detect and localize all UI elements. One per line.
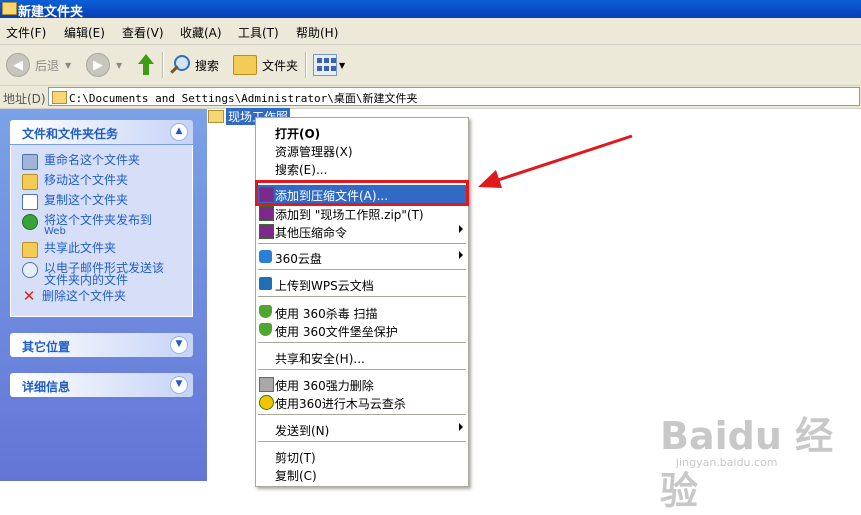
annotation-highlight-box (255, 180, 469, 206)
up-button[interactable] (134, 51, 154, 79)
views-dropdown-icon: ▼ (339, 60, 346, 70)
address-label: 地址(D) (3, 92, 46, 106)
task-publish-web[interactable]: 将这个文件夹发布到 Web (22, 214, 152, 238)
task-rename[interactable]: 重命名这个文件夹 (22, 154, 140, 170)
menu-help[interactable]: 帮助(H) (296, 24, 338, 41)
share-folder-icon (22, 242, 38, 258)
address-path: C:\Documents and Settings\Administrator\… (69, 92, 418, 105)
wps-icon (259, 277, 272, 290)
delete-x-icon: ✕ (22, 287, 36, 305)
toolbar: ◀ 后退 ▼ ▶ ▼ 搜索 文件夹 ▼ (0, 45, 861, 86)
menu-favorites[interactable]: 收藏(A) (180, 24, 222, 41)
task-share[interactable]: 共享此文件夹 (22, 242, 116, 258)
menu-separator (258, 369, 466, 370)
forward-arrow-icon: ▶ (86, 53, 110, 77)
menu-separator (258, 342, 466, 343)
views-button[interactable]: ▼ (313, 51, 345, 79)
folders-button[interactable]: 文件夹 (233, 51, 298, 79)
search-button[interactable]: 搜索 (168, 51, 219, 79)
folder-icon (52, 91, 67, 104)
folder-up-icon (134, 54, 154, 76)
title-bar: 新建文件夹 (0, 0, 861, 20)
menu-item-360-force-delete[interactable]: 使用 360强力删除 (256, 375, 468, 393)
context-menu: 打开(O) 资源管理器(X) 搜索(E)... 添加到压缩文件(A)... 添加… (255, 117, 469, 487)
menu-separator (258, 243, 466, 244)
menu-bar: 文件(F) 编辑(E) 查看(V) 收藏(A) 工具(T) 帮助(H) (0, 18, 861, 45)
details-title: 详细信息 (22, 380, 71, 394)
back-button[interactable]: ◀ 后退 ▼ (6, 51, 71, 79)
menu-item-360-cloud[interactable]: 360云盘 (256, 248, 468, 266)
menu-item-sharing-security[interactable]: 共享和安全(H)... (256, 348, 468, 366)
folder-icon (2, 2, 17, 15)
copy-icon (22, 194, 38, 210)
annotation-arrow-icon (478, 134, 633, 188)
menu-item-360-scan[interactable]: 使用 360杀毒 扫描 (256, 303, 468, 321)
forward-button[interactable]: ▶ ▼ (86, 51, 122, 79)
search-icon (168, 54, 190, 76)
menu-separator (258, 414, 466, 415)
360-logo-icon (259, 395, 274, 410)
shredder-icon (259, 377, 274, 392)
folders-icon (233, 55, 257, 75)
menu-separator (258, 296, 466, 297)
menu-item-open[interactable]: 打开(O) (256, 123, 468, 141)
menu-edit[interactable]: 编辑(E) (64, 24, 105, 41)
shield-icon (259, 323, 272, 336)
back-label: 后退 (35, 58, 60, 73)
details-header[interactable]: 详细信息 ▼ (10, 373, 193, 397)
back-dropdown-icon: ▼ (65, 60, 72, 70)
address-bar: 地址(D) C:\Documents and Settings\Administ… (0, 86, 861, 109)
menu-item-wps-upload[interactable]: 上传到WPS云文档 (256, 275, 468, 293)
menu-view[interactable]: 查看(V) (122, 24, 164, 41)
winrar-icon (259, 206, 274, 221)
task-email[interactable]: 以电子邮件形式发送该 文件夹内的文件 (22, 262, 164, 286)
expand-icon[interactable]: ▼ (170, 376, 188, 394)
menu-item-cut[interactable]: 剪切(T) (256, 447, 468, 465)
menu-item-other-compress[interactable]: 其他压缩命令 (256, 222, 468, 240)
collapse-icon[interactable]: ▲ (170, 123, 188, 141)
task-delete[interactable]: ✕ 删除这个文件夹 (22, 287, 126, 305)
watermark-url: jingyan.baidu.com (676, 456, 778, 469)
folder-icon (208, 109, 224, 123)
winrar-icon (259, 224, 274, 239)
email-icon (22, 262, 38, 278)
menu-tools[interactable]: 工具(T) (238, 24, 279, 41)
search-label: 搜索 (195, 58, 220, 73)
menu-separator (258, 269, 466, 270)
submenu-arrow-icon (459, 225, 463, 233)
tasks-panel-header[interactable]: 文件和文件夹任务 ▲ (10, 120, 193, 144)
menu-item-add-to-zip[interactable]: 添加到 "现场工作照.zip"(T) (256, 204, 468, 222)
submenu-arrow-icon (459, 251, 463, 259)
menu-item-search[interactable]: 搜索(E)... (256, 159, 468, 177)
tasks-panel-body: 重命名这个文件夹 移动这个文件夹 复制这个文件夹 将这个文件夹发布到 Web 共… (10, 145, 193, 317)
menu-item-send-to[interactable]: 发送到(N) (256, 420, 468, 438)
other-places-header[interactable]: 其它位置 ▼ (10, 333, 193, 357)
cloud-icon (259, 250, 272, 263)
tasks-panel-title: 文件和文件夹任务 (22, 127, 119, 141)
menu-item-360-protect[interactable]: 使用 360文件堡垒保护 (256, 321, 468, 339)
other-places-title: 其它位置 (22, 340, 71, 354)
folders-label: 文件夹 (262, 58, 299, 73)
menu-separator (258, 441, 466, 442)
forward-dropdown-icon: ▼ (116, 60, 123, 70)
address-field[interactable]: C:\Documents and Settings\Administrator\… (48, 87, 860, 106)
submenu-arrow-icon (459, 423, 463, 431)
back-arrow-icon: ◀ (6, 53, 30, 77)
rename-icon (22, 154, 38, 170)
shield-icon (259, 305, 272, 318)
globe-icon (22, 214, 38, 230)
expand-icon[interactable]: ▼ (170, 336, 188, 354)
task-move[interactable]: 移动这个文件夹 (22, 174, 128, 190)
views-icon (313, 54, 337, 76)
task-copy[interactable]: 复制这个文件夹 (22, 194, 128, 210)
menu-item-explore[interactable]: 资源管理器(X) (256, 141, 468, 159)
move-folder-icon (22, 174, 38, 190)
menu-file[interactable]: 文件(F) (6, 24, 46, 41)
menu-item-360-trojan-scan[interactable]: 使用360进行木马云查杀 (256, 393, 468, 411)
menu-item-copy[interactable]: 复制(C) (256, 465, 468, 483)
